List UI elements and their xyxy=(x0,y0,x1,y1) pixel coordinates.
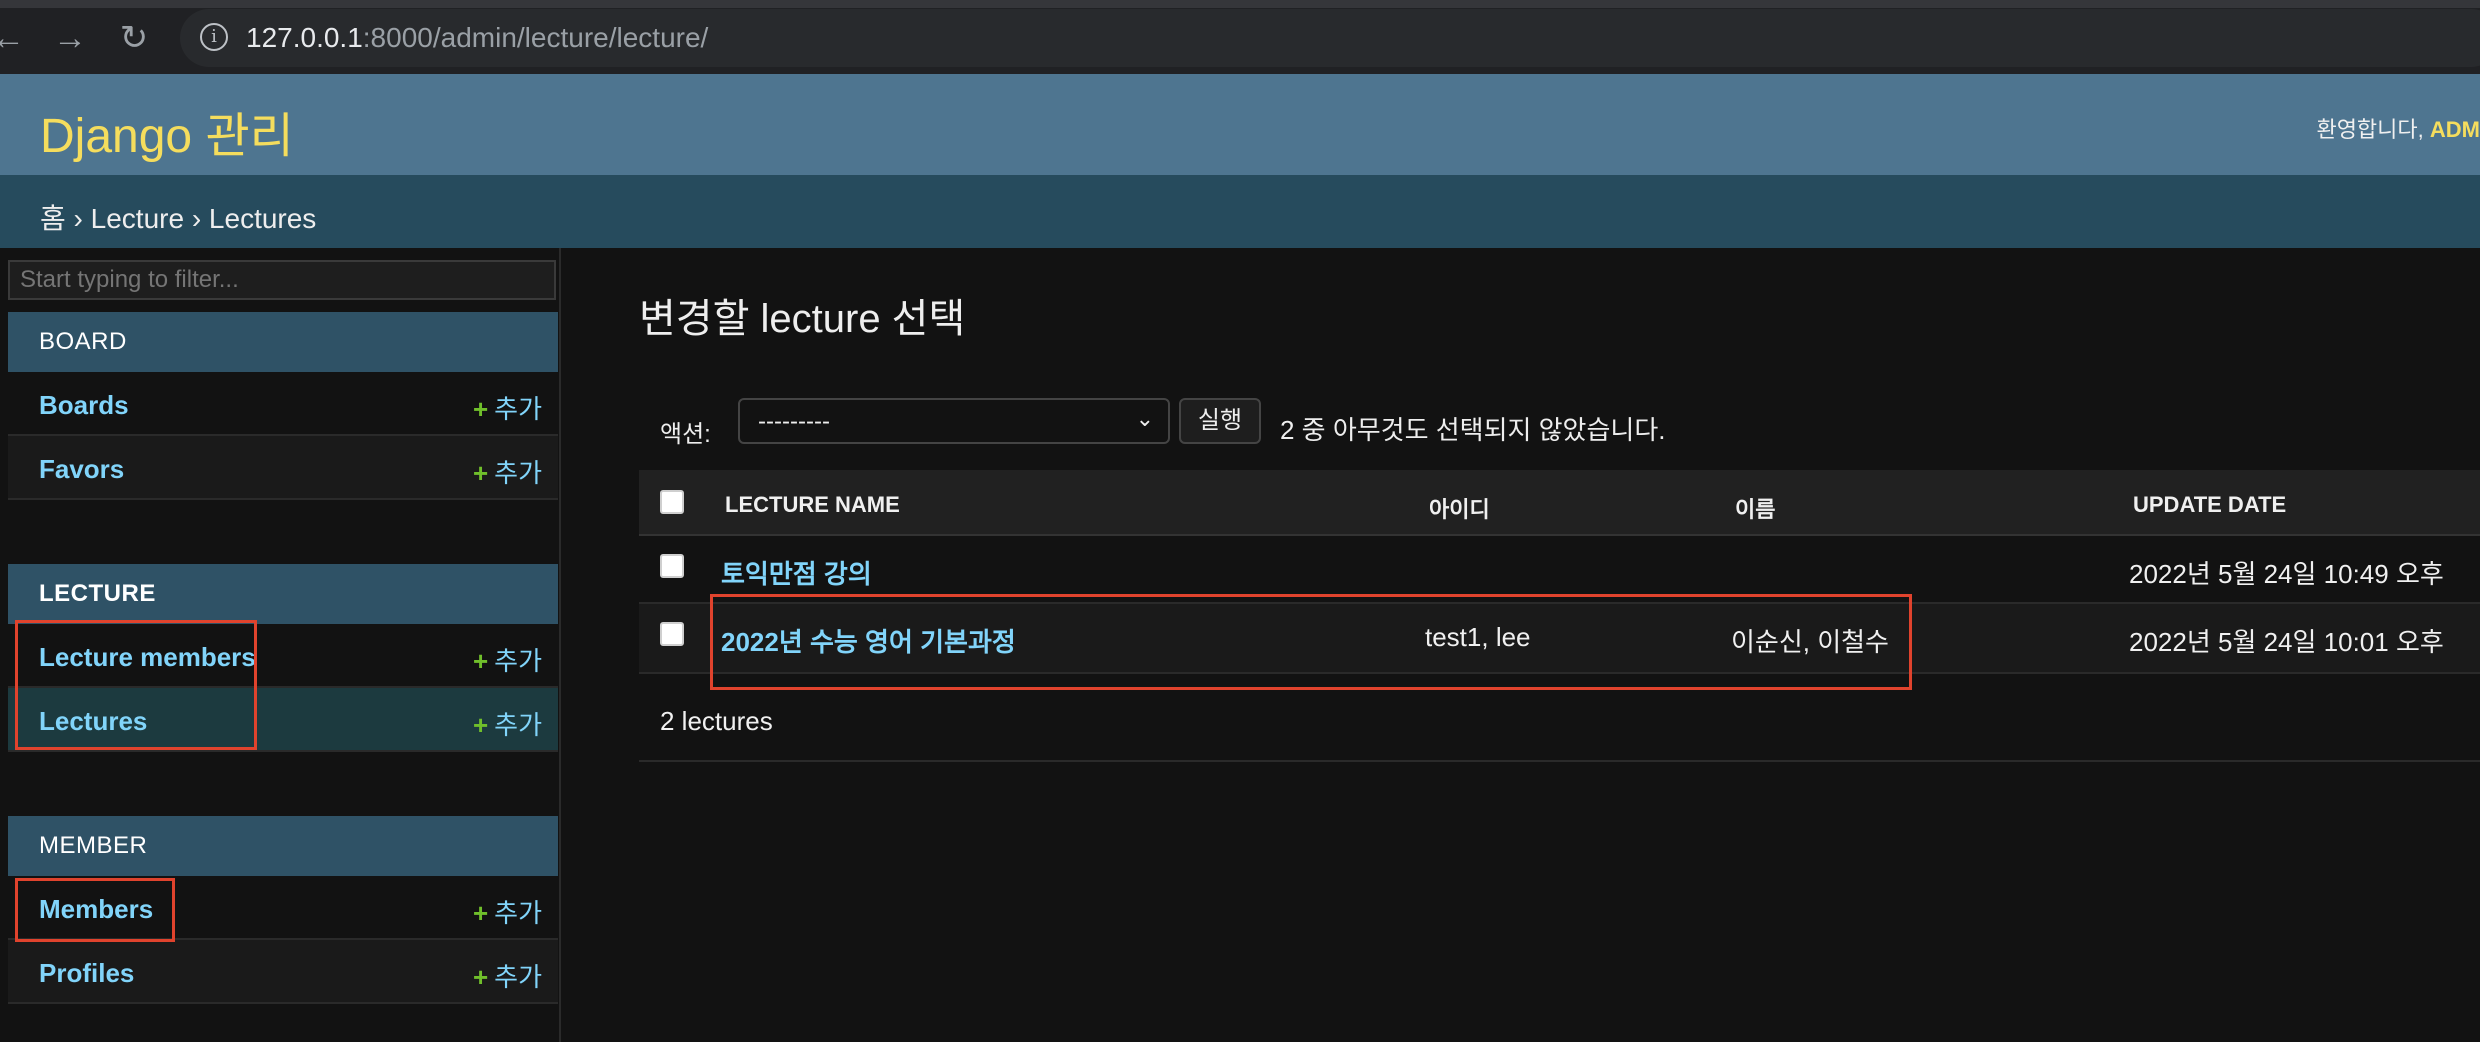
sidebar-item-members: Members + 추가 xyxy=(8,876,558,940)
plus-icon: + xyxy=(472,646,489,676)
admin-header: Django 관리 환영합니다, ADM xyxy=(0,74,2480,175)
sidebar-item-lectures: Lectures + 추가 xyxy=(8,688,558,752)
plus-icon: + xyxy=(472,394,489,424)
column-header[interactable]: UPDATE DATE xyxy=(2133,492,2286,518)
breadcrumb-text[interactable]: 홈 › Lecture › Lectures xyxy=(40,197,316,237)
add-label: 추가 xyxy=(494,898,542,928)
column-header[interactable]: 이름 xyxy=(1735,492,1775,524)
main-content: 변경할 lecture 선택 액션: --------- ⌄ 실행 2 중 아무… xyxy=(561,248,2480,1042)
user-tools: 환영합니다, ADM xyxy=(2316,112,2480,144)
plus-icon: + xyxy=(472,458,489,488)
forward-icon[interactable]: → xyxy=(52,20,88,56)
table-row: 토익만점 강의 2022년 5월 24일 10:49 오후 xyxy=(639,536,2480,604)
app-caption-lecture[interactable]: LECTURE xyxy=(8,564,558,624)
plus-icon: + xyxy=(472,962,489,992)
selection-counter: 2 중 아무것도 선택되지 않았습니다. xyxy=(1280,415,1666,445)
model-link[interactable]: Profiles xyxy=(39,958,134,989)
add-label: 추가 xyxy=(494,962,542,992)
plus-icon: + xyxy=(472,710,489,740)
url-path: :8000/admin/lecture/lecture/ xyxy=(362,22,709,53)
paginator: 2 lectures xyxy=(639,692,2480,762)
action-select[interactable]: --------- ⌄ xyxy=(738,398,1170,444)
add-link[interactable]: + 추가 xyxy=(473,453,542,490)
page-title: 변경할 lecture 선택 xyxy=(639,297,966,341)
add-link[interactable]: + 추가 xyxy=(473,641,542,678)
site-branding[interactable]: Django 관리 xyxy=(40,96,294,166)
lecture-name-link[interactable]: 2022년 수능 영어 기본과정 xyxy=(721,622,1016,659)
add-label: 추가 xyxy=(494,394,542,424)
chevron-down-icon: ⌄ xyxy=(1135,406,1154,431)
model-link[interactable]: Favors xyxy=(39,454,124,485)
back-icon[interactable]: ← xyxy=(0,20,26,56)
table-row: 2022년 수능 영어 기본과정 test1, lee 이순신, 이철수 202… xyxy=(639,604,2480,674)
reload-icon[interactable]: ↻ xyxy=(116,20,152,56)
table-header: LECTURE NAME 아이디 이름 UPDATE DATE xyxy=(639,470,2480,536)
app-name: MEMBER xyxy=(39,832,148,859)
cell-ids: test1, lee xyxy=(1425,622,1531,652)
username: ADM xyxy=(2429,117,2480,142)
sidebar-item-profiles: Profiles + 추가 xyxy=(8,940,558,1004)
column-header[interactable]: 아이디 xyxy=(1429,492,1490,524)
plus-icon: + xyxy=(472,898,489,928)
tab-strip-edge xyxy=(0,0,2480,8)
actions-label: 액션: xyxy=(660,421,711,448)
cell-names: 이순신, 이철수 xyxy=(1731,627,1889,657)
action-selected-value: --------- xyxy=(758,408,830,435)
add-label: 추가 xyxy=(494,458,542,488)
add-label: 추가 xyxy=(494,710,542,740)
sidebar-item-favors: Favors + 추가 xyxy=(8,436,558,500)
model-link[interactable]: Lectures xyxy=(39,706,147,737)
add-link[interactable]: + 추가 xyxy=(473,705,542,742)
result-count: 2 lectures xyxy=(660,706,773,736)
welcome-text: 환영합니다, xyxy=(2316,117,2430,142)
nav-sidebar: BOARD Boards +추가 Favors +추가 LECTURE Lect… xyxy=(0,248,561,1042)
site-info-icon[interactable]: i xyxy=(200,23,228,51)
select-all-checkbox[interactable] xyxy=(660,490,684,514)
run-button[interactable]: 실행 xyxy=(1179,398,1261,444)
actions-bar: 액션: --------- ⌄ 실행 2 중 아무것도 선택되지 않았습니다. xyxy=(639,398,2480,458)
app-caption-board[interactable]: BOARD xyxy=(8,312,558,372)
cell-update-date: 2022년 5월 24일 10:01 오후 xyxy=(2129,627,2444,657)
nav-filter-input[interactable] xyxy=(8,260,556,300)
sidebar-item-lecture-members: Lecture members + 추가 xyxy=(8,624,558,688)
add-label: 추가 xyxy=(494,646,542,676)
app-name: BOARD xyxy=(39,328,127,355)
column-header[interactable]: LECTURE NAME xyxy=(725,492,900,518)
browser-toolbar: ← → ↻ i 127.0.0.1:8000/admin/lecture/lec… xyxy=(0,0,2480,74)
model-link[interactable]: Boards xyxy=(39,390,129,421)
app-caption-member[interactable]: MEMBER xyxy=(8,816,558,876)
sidebar-item-boards: Boards + 추가 xyxy=(8,372,558,436)
address-bar[interactable]: i 127.0.0.1:8000/admin/lecture/lecture/ xyxy=(180,9,2480,67)
breadcrumb: 홈 › Lecture › Lectures xyxy=(0,175,2480,248)
cell-update-date: 2022년 5월 24일 10:49 오후 xyxy=(2129,559,2444,589)
row-checkbox[interactable] xyxy=(660,554,684,578)
url-text[interactable]: 127.0.0.1:8000/admin/lecture/lecture/ xyxy=(246,22,708,54)
add-link[interactable]: + 추가 xyxy=(473,957,542,994)
add-link[interactable]: + 추가 xyxy=(473,389,542,426)
lecture-name-link[interactable]: 토익만점 강의 xyxy=(721,554,872,591)
url-host: 127.0.0.1 xyxy=(246,22,363,53)
model-link[interactable]: Members xyxy=(39,894,153,925)
app-name: LECTURE xyxy=(39,580,156,607)
add-link[interactable]: + 추가 xyxy=(473,893,542,930)
row-checkbox[interactable] xyxy=(660,622,684,646)
model-link[interactable]: Lecture members xyxy=(39,642,256,673)
